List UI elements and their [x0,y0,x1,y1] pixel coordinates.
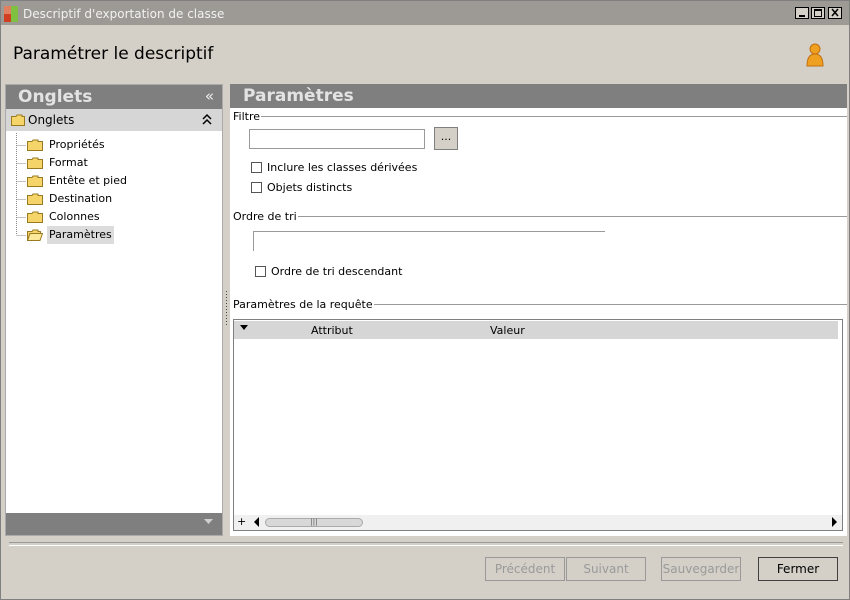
main-header: Paramètres [230,84,847,108]
distinct-objects-label: Objets distincts [267,181,353,194]
tree-item-proprietes[interactable]: Propriétés [6,136,206,154]
maximize-button[interactable] [811,7,825,19]
query-params-grid[interactable]: Attribut Valeur + ||| [233,319,843,531]
main-panel: Paramètres Filtre ... Inclure les classe… [230,84,847,536]
tree-item-label: Paramètres [47,226,114,244]
folder-open-icon [27,229,43,241]
tree-item-destination[interactable]: Destination [6,190,206,208]
folder-icon [11,114,25,126]
minimize-icon [799,15,805,17]
app-icon [4,6,18,22]
sort-descending-checkbox[interactable] [255,266,266,277]
scrollbar-thumb[interactable]: ||| [265,518,363,527]
tree-item-label: Format [49,156,88,169]
splitter-handle[interactable] [225,291,228,327]
title-bar[interactable]: Descriptif d'exportation de classe [1,1,849,25]
horizontal-scrollbar[interactable]: + ||| [234,515,842,530]
distinct-objects-checkbox[interactable] [251,182,262,193]
include-derived-label: Inclure les classes dérivées [267,161,418,174]
sort-input[interactable] [253,231,605,251]
add-row-icon[interactable]: + [237,515,246,528]
close-dialog-button[interactable]: Fermer [758,557,838,581]
user-icon [806,43,824,67]
close-icon [831,8,839,17]
divider [365,304,847,305]
sidebar-panel: Onglets « Onglets Propriétés Format Entê… [5,84,223,536]
column-header-valeur[interactable]: Valeur [490,324,525,337]
tree-item-parametres[interactable]: Paramètres [6,226,206,244]
filter-browse-button[interactable]: ... [434,127,458,150]
folder-icon [27,211,43,223]
dialog-window: Descriptif d'exportation de classe Param… [0,0,850,600]
window-title: Descriptif d'exportation de classe [23,7,225,21]
sort-descending-label: Ordre de tri descendant [271,265,403,278]
tabs-tree: Propriétés Format Entête et pied Destina… [6,131,222,511]
filter-legend: Filtre [233,110,262,123]
page-title: Paramétrer le descriptif [13,44,214,64]
include-derived-checkbox[interactable] [251,162,262,173]
tree-group-label: Onglets [28,113,75,127]
divider [260,116,847,117]
previous-button[interactable]: Précédent [485,557,565,581]
tree-group-header[interactable]: Onglets [6,109,222,131]
sort-down-icon[interactable] [240,325,249,331]
tree-item-label: Entête et pied [49,174,127,187]
tree-item-label: Colonnes [49,210,100,223]
folder-icon [27,193,43,205]
tree-item-label: Propriétés [49,138,105,151]
save-button[interactable]: Sauvegarder [661,557,741,581]
tree-item-colonnes[interactable]: Colonnes [6,208,206,226]
column-header-attribut[interactable]: Attribut [311,324,353,337]
close-button[interactable] [828,7,842,19]
footer-separator [9,542,843,546]
sidebar-title: Onglets [18,87,93,107]
tree-item-format[interactable]: Format [6,154,206,172]
double-chevron-up-icon[interactable] [202,109,212,131]
chevron-down-icon[interactable] [204,519,213,525]
minimize-button[interactable] [795,7,809,19]
scroll-left-icon[interactable] [254,517,260,527]
folder-icon [27,157,43,169]
filter-input[interactable] [249,129,425,149]
tree-item-label: Destination [49,192,113,205]
main-title: Paramètres [243,86,354,106]
folder-icon [27,139,43,151]
sort-legend: Ordre de tri [233,210,298,223]
folder-icon [27,175,43,187]
query-params-legend: Paramètres de la requête [233,298,374,311]
scroll-right-icon[interactable] [832,517,838,527]
collapse-sidebar-icon[interactable]: « [205,84,214,108]
sidebar-footer [6,513,222,535]
sidebar-header: Onglets « [6,85,222,109]
grid-header: Attribut Valeur [234,321,838,339]
dialog-header: Paramétrer le descriptif [1,25,849,79]
next-button[interactable]: Suivant [566,557,646,581]
maximize-icon [814,9,822,17]
divider [290,216,847,217]
tree-item-entete-et-pied[interactable]: Entête et pied [6,172,206,190]
